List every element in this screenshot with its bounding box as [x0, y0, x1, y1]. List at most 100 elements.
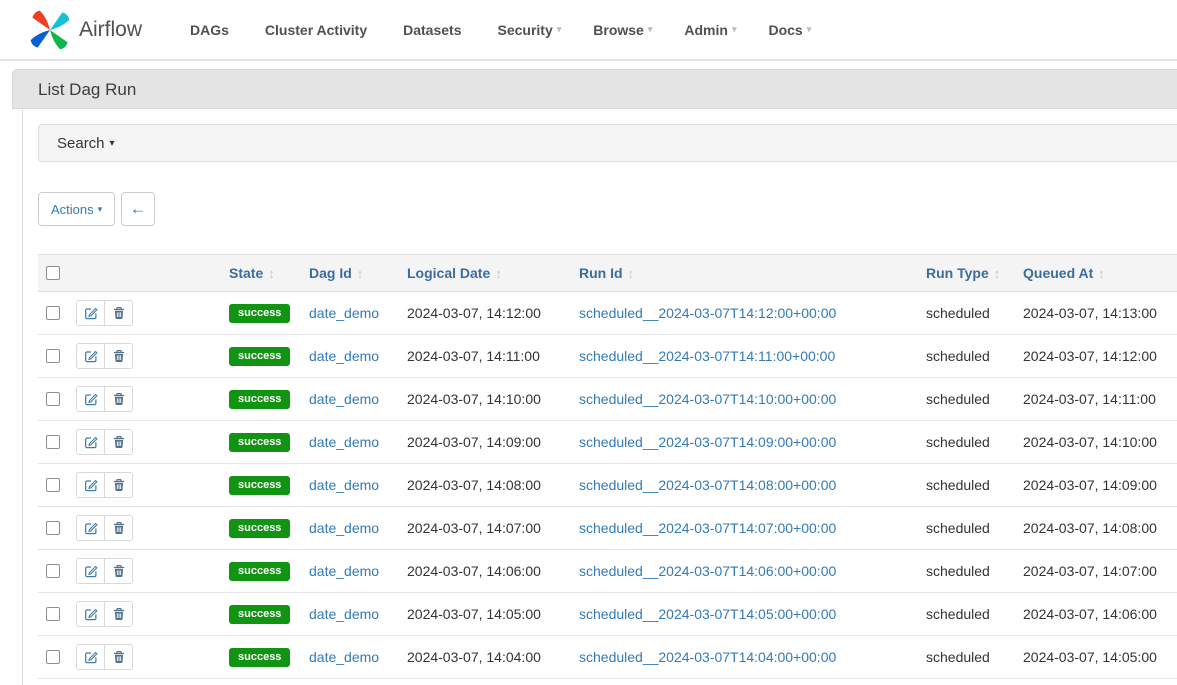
dag-id-cell: date_demo — [301, 679, 399, 685]
nav-item-label: Docs — [768, 22, 802, 38]
delete-button[interactable] — [104, 430, 132, 454]
delete-button[interactable] — [104, 645, 132, 669]
edit-button[interactable] — [77, 516, 104, 540]
edit-button[interactable] — [77, 301, 104, 325]
row-select-cell — [38, 507, 68, 550]
run-id-link[interactable]: scheduled__2024-03-07T14:11:00+00:00 — [579, 348, 835, 364]
run-id-cell: scheduled__2024-03-07T14:05:00+00:00 — [571, 593, 918, 636]
run-id-link[interactable]: scheduled__2024-03-07T14:05:00+00:00 — [579, 606, 836, 622]
run-id-link[interactable]: scheduled__2024-03-07T14:06:00+00:00 — [579, 563, 836, 579]
state-cell: success — [221, 679, 301, 685]
row-checkbox[interactable] — [46, 521, 60, 535]
delete-button[interactable] — [104, 516, 132, 540]
actions-label: Actions — [51, 202, 94, 217]
delete-button[interactable] — [104, 559, 132, 583]
run-id-link[interactable]: scheduled__2024-03-07T14:10:00+00:00 — [579, 391, 836, 407]
edit-button[interactable] — [77, 645, 104, 669]
row-checkbox[interactable] — [46, 392, 60, 406]
back-button[interactable]: ← — [121, 192, 155, 226]
column-header-dag-id[interactable]: Dag Id↕ — [301, 255, 399, 292]
airflow-brand[interactable]: Airflow — [28, 8, 142, 52]
row-checkbox[interactable] — [46, 564, 60, 578]
page-title: List Dag Run — [12, 69, 1177, 109]
run-id-cell: scheduled__2024-03-07T14:04:00+00:00 — [571, 636, 918, 679]
sort-icon: ↕ — [1098, 266, 1105, 281]
delete-button[interactable] — [104, 301, 132, 325]
column-header-logical-date[interactable]: Logical Date↕ — [399, 255, 571, 292]
nav-item-security[interactable]: Security ▾ — [481, 22, 577, 38]
edit-button[interactable] — [77, 344, 104, 368]
state-cell: success — [221, 507, 301, 550]
dag-id-link[interactable]: date_demo — [309, 305, 379, 321]
run-id-link[interactable]: scheduled__2024-03-07T14:08:00+00:00 — [579, 477, 836, 493]
dag-id-link[interactable]: date_demo — [309, 563, 379, 579]
actions-toolbar: Actions ▾ ← — [38, 192, 1177, 226]
table-header-row: State↕ Dag Id↕ Logical Date↕ Run Id↕ Run… — [38, 255, 1177, 292]
status-badge: success — [229, 433, 290, 452]
row-checkbox[interactable] — [46, 650, 60, 664]
status-badge: success — [229, 562, 290, 581]
nav-item-admin[interactable]: Admin ▾ — [668, 22, 752, 38]
dag-id-link[interactable]: date_demo — [309, 391, 379, 407]
run-id-link[interactable]: scheduled__2024-03-07T14:09:00+00:00 — [579, 434, 836, 450]
delete-button[interactable] — [104, 473, 132, 497]
trash-icon — [112, 435, 126, 449]
delete-button[interactable] — [104, 602, 132, 626]
actions-dropdown-button[interactable]: Actions ▾ — [38, 192, 115, 226]
run-id-cell: scheduled__2024-03-07T14:12:00+00:00 — [571, 292, 918, 335]
row-actions-cell — [68, 335, 221, 378]
edit-icon — [84, 607, 98, 621]
run-id-link[interactable]: scheduled__2024-03-07T14:07:00+00:00 — [579, 520, 836, 536]
dag-id-cell: date_demo — [301, 421, 399, 464]
dag-id-link[interactable]: date_demo — [309, 606, 379, 622]
dag-id-link[interactable]: date_demo — [309, 434, 379, 450]
dag-id-link[interactable]: date_demo — [309, 520, 379, 536]
row-checkbox[interactable] — [46, 306, 60, 320]
column-header-queued-at[interactable]: Queued At↕ — [1015, 255, 1177, 292]
run-id-link[interactable]: scheduled__2024-03-07T14:12:00+00:00 — [579, 305, 836, 321]
search-toggle[interactable]: Search ▾ — [38, 124, 1177, 162]
logical-date-cell: 2024-03-07, 14:11:00 — [399, 335, 571, 378]
logical-date-cell: 2024-03-07, 14:09:00 — [399, 421, 571, 464]
run-id-cell: scheduled__2024-03-07T14:06:00+00:00 — [571, 550, 918, 593]
run-type-cell: scheduled — [918, 593, 1015, 636]
row-actions-cell — [68, 550, 221, 593]
dag-id-link[interactable]: date_demo — [309, 649, 379, 665]
row-checkbox[interactable] — [46, 478, 60, 492]
nav-item-docs[interactable]: Docs ▾ — [752, 22, 827, 38]
edit-button[interactable] — [77, 387, 104, 411]
row-actions-cell — [68, 292, 221, 335]
nav-item-dags[interactable]: DAGs — [174, 22, 249, 38]
run-id-cell: scheduled__2024-03-07T14:09:00+00:00 — [571, 421, 918, 464]
edit-button[interactable] — [77, 602, 104, 626]
edit-icon — [84, 521, 98, 535]
caret-down-icon: ▾ — [98, 204, 103, 215]
edit-button[interactable] — [77, 559, 104, 583]
delete-button[interactable] — [104, 387, 132, 411]
edit-button[interactable] — [77, 430, 104, 454]
table-row: success date_demo 2024-03-07, 14:04:00 s… — [38, 636, 1177, 679]
row-checkbox[interactable] — [46, 607, 60, 621]
dag-id-link[interactable]: date_demo — [309, 477, 379, 493]
edit-icon — [84, 650, 98, 664]
trash-icon — [112, 478, 126, 492]
nav-item-datasets[interactable]: Datasets — [387, 22, 481, 38]
dag-id-cell: date_demo — [301, 550, 399, 593]
row-checkbox[interactable] — [46, 435, 60, 449]
column-header-run-type[interactable]: Run Type↕ — [918, 255, 1015, 292]
dagrun-table-body: success date_demo 2024-03-07, 14:12:00 s… — [38, 292, 1177, 685]
row-select-cell — [38, 464, 68, 507]
row-checkbox[interactable] — [46, 349, 60, 363]
column-header-run-id[interactable]: Run Id↕ — [571, 255, 918, 292]
run-id-link[interactable]: scheduled__2024-03-07T14:04:00+00:00 — [579, 649, 836, 665]
trash-icon — [112, 306, 126, 320]
dag-id-link[interactable]: date_demo — [309, 348, 379, 364]
nav-item-browse[interactable]: Browse ▾ — [577, 22, 668, 38]
nav-item-cluster-activity[interactable]: Cluster Activity — [249, 22, 387, 38]
select-all-checkbox[interactable] — [46, 266, 60, 280]
delete-button[interactable] — [104, 344, 132, 368]
column-header-state[interactable]: State↕ — [221, 255, 301, 292]
edit-icon — [84, 478, 98, 492]
table-row: success date_demo 2024-03-07, 14:03:00 s… — [38, 679, 1177, 685]
edit-button[interactable] — [77, 473, 104, 497]
